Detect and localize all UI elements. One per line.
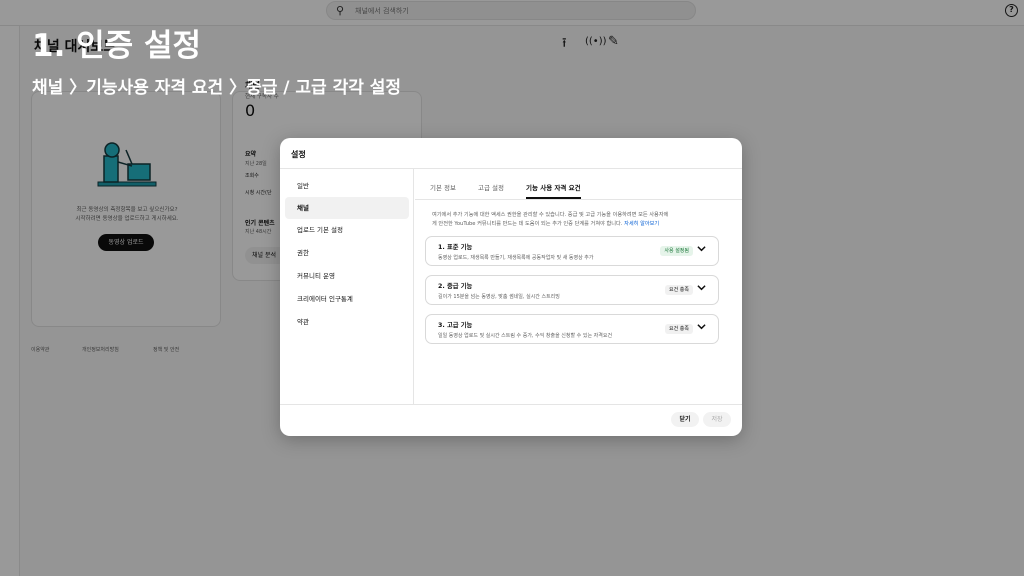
nav-item-agreements[interactable]: 약관 xyxy=(285,311,409,333)
feature-description: 동영상 업로드, 재생목록 만들기, 재생목록에 공동작업자 및 새 동영상 추… xyxy=(438,255,594,261)
nav-item-upload-defaults[interactable]: 업로드 기본 설정 xyxy=(285,219,409,241)
nav-item-community[interactable]: 커뮤니티 운영 xyxy=(285,265,409,287)
tab-basic-info[interactable]: 기본 정보 xyxy=(430,182,456,199)
status-badge: 요건 충족 xyxy=(665,285,693,295)
learn-more-link[interactable]: 자세히 알아보기 xyxy=(624,221,659,227)
feature-title: 2. 중급 기능 xyxy=(438,283,473,290)
save-button[interactable]: 저장 xyxy=(703,412,731,427)
feature-row-standard[interactable]: 1. 표준 기능 동영상 업로드, 재생목록 만들기, 재생목록에 공동작업자 … xyxy=(425,236,719,266)
overlay-subtitle: 채널 〉기능사용 자격 요건 〉중급 / 고급 각각 설정 xyxy=(32,78,402,98)
tab-feature-eligibility[interactable]: 기능 사용 자격 요건 xyxy=(526,182,581,199)
status-badge: 사용 설정됨 xyxy=(660,246,693,256)
feature-row-advanced[interactable]: 3. 고급 기능 일일 동영상 업로드 및 실시간 스트림 수 증가, 수익 창… xyxy=(425,314,719,344)
nav-item-permissions[interactable]: 권한 xyxy=(285,242,409,264)
footer-divider xyxy=(280,404,742,405)
feature-row-intermediate[interactable]: 2. 중급 기능 길이가 15분을 넘는 동영상, 맞춤 썸네일, 실시간 스트… xyxy=(425,275,719,305)
nav-item-general[interactable]: 일반 xyxy=(285,175,409,197)
nav-item-channel[interactable]: 채널 xyxy=(285,197,409,219)
chevron-down-icon[interactable] xyxy=(697,283,706,292)
dialog-title: 설정 xyxy=(291,150,306,159)
settings-nav: 일반 채널 업로드 기본 설정 권한 커뮤니티 운영 크리에이터 인구통계 약관 xyxy=(280,169,414,404)
feature-description: 일일 동영상 업로드 및 실시간 스트림 수 증가, 수익 창출을 신청할 수 … xyxy=(438,333,613,339)
nav-item-demographics[interactable]: 크리에이터 인구통계 xyxy=(285,288,409,310)
feature-title: 1. 표준 기능 xyxy=(438,244,473,251)
chevron-down-icon[interactable] xyxy=(697,322,706,331)
feature-title: 3. 고급 기능 xyxy=(438,322,473,329)
eligibility-description: 여기에서 추가 기능에 대한 액세스 권한을 관리할 수 있습니다. 중급 및 … xyxy=(432,212,669,227)
chevron-down-icon[interactable] xyxy=(697,244,706,253)
status-badge: 요건 충족 xyxy=(665,324,693,334)
settings-dialog: 설정 일반 채널 업로드 기본 설정 권한 커뮤니티 운영 크리에이터 인구통계… xyxy=(280,138,742,436)
overlay-title: 1. 인증 설정 xyxy=(32,28,202,64)
tab-advanced-settings[interactable]: 고급 설정 xyxy=(478,182,504,199)
feature-description: 길이가 15분을 넘는 동영상, 맞춤 썸네일, 실시간 스트리밍 xyxy=(438,294,560,300)
close-button[interactable]: 닫기 xyxy=(671,412,699,427)
tabs-divider xyxy=(415,199,742,200)
